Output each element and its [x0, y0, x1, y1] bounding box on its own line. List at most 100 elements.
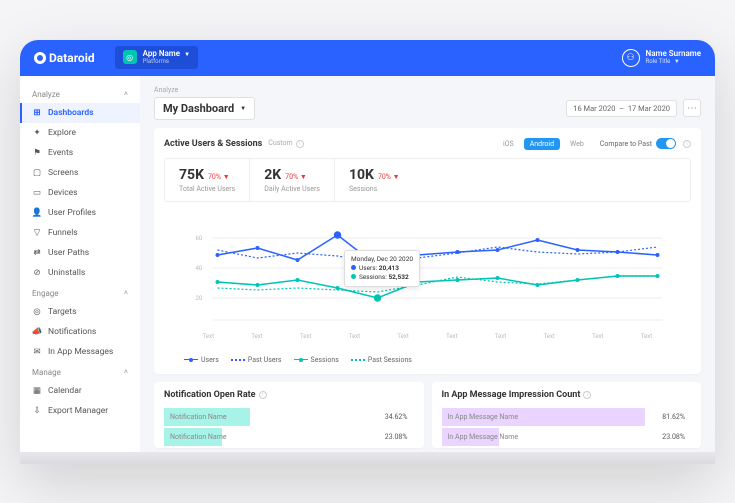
sidebar-item-user-paths[interactable]: ⇄User Paths: [20, 243, 140, 263]
kpi-value: 10K: [349, 167, 374, 183]
caret-down-icon: ▼: [240, 105, 246, 112]
chart-area: 60 40 20: [164, 210, 691, 350]
sidebar-item-label: Calendar: [48, 386, 82, 396]
bar-label: Notification Name: [170, 413, 227, 421]
active-users-card: Active Users & Sessions Customi iOSAndro…: [154, 128, 701, 374]
sidebar-item-explore[interactable]: ✦ Explore: [20, 123, 140, 143]
sidebar-item-label: Devices: [48, 188, 78, 198]
kpi-value: 2K: [264, 167, 281, 183]
y-tick: 40: [196, 265, 203, 272]
x-axis-label: Text: [349, 333, 360, 340]
screens-icon: ▢: [32, 168, 42, 178]
card-title: Active Users & Sessions: [164, 139, 262, 149]
inapp-impression-card: In App Message Impression Counti In App …: [432, 382, 702, 448]
x-axis-label: Text: [300, 333, 311, 340]
card-subtitle: Custom: [268, 139, 292, 147]
sidebar-group-analyze[interactable]: Analyze˄: [20, 84, 140, 103]
dashboard-selector[interactable]: My Dashboard ▼: [154, 97, 255, 120]
date-range-picker[interactable]: 16 Mar 2020 – 17 Mar 2020: [566, 100, 677, 117]
dashboards-icon: ⊞: [32, 108, 42, 118]
app-selector[interactable]: ◎ App Name ▼ Platforms: [115, 46, 198, 69]
targets-icon: ◎: [32, 307, 42, 317]
notifications-icon: 📣: [32, 327, 42, 337]
sidebar-item-label: Uninstalls: [48, 268, 85, 278]
app-selector-icon: ◎: [123, 50, 137, 64]
kpi-label: Sessions: [349, 185, 400, 193]
devices-icon: ▭: [32, 188, 42, 198]
ellipsis-icon: ⋯: [687, 103, 697, 114]
sidebar-item-events[interactable]: ⚑Events: [20, 143, 140, 163]
bar-row[interactable]: Notification Name34.62%: [164, 408, 414, 426]
legend-past-sessions[interactable]: Past Sessions: [351, 356, 412, 364]
platform-tab-ios[interactable]: iOS: [497, 138, 520, 150]
dot-icon: [351, 274, 356, 279]
info-icon[interactable]: i: [296, 140, 304, 148]
kpi-delta: 70% ▼: [285, 173, 307, 181]
x-axis-label: Text: [543, 333, 554, 340]
info-icon[interactable]: i: [683, 140, 691, 148]
main-content: Analyze My Dashboard ▼ 16 Mar 2020 – 17 …: [140, 76, 715, 464]
sidebar-item-devices[interactable]: ▭ Devices: [20, 183, 140, 203]
notification-rate-card: Notification Open Ratei Notification Nam…: [154, 382, 424, 448]
card-title: Notification Open Rate: [164, 390, 256, 400]
caret-down-icon: ▼: [184, 51, 190, 58]
info-icon[interactable]: i: [583, 391, 591, 399]
sidebar-item-label: Explore: [48, 128, 76, 138]
platform-tab-web[interactable]: Web: [564, 138, 590, 150]
sidebar-item-label: Notifications: [48, 327, 96, 337]
sidebar-item-dashboards[interactable]: ⊞ Dashboards: [20, 103, 140, 123]
bar-value: 23.08%: [662, 433, 685, 441]
sidebar-group-manage[interactable]: Manage˄: [20, 362, 140, 381]
sidebar-item-funnels[interactable]: ▽Funnels: [20, 223, 140, 243]
sidebar-item-calendar[interactable]: ▦ Calendar: [20, 381, 140, 401]
sidebar-group-engage[interactable]: Engage˄: [20, 283, 140, 302]
sidebar-item-label: Targets: [48, 307, 76, 317]
bar-label: In App Message Name: [448, 413, 519, 421]
sidebar-item-label: Export Manager: [48, 406, 108, 416]
compare-label: Compare to Past: [600, 140, 652, 148]
sidebar-item-in-app-messages[interactable]: ✉In App Messages: [20, 342, 140, 362]
chevron-up-icon: ˄: [124, 90, 128, 98]
data-points: [216, 232, 660, 301]
explore-icon: ✦: [32, 128, 42, 138]
sidebar-item-label: Dashboards: [48, 108, 94, 118]
more-menu-button[interactable]: ⋯: [683, 99, 701, 117]
info-icon[interactable]: i: [259, 391, 267, 399]
top-bar: Dataroid ◎ App Name ▼ Platforms ⚇ Name S…: [20, 40, 715, 76]
kpi-label: Total Active Users: [179, 185, 235, 193]
user-role: Role Title: [646, 58, 671, 65]
user-paths-icon: ⇄: [32, 248, 42, 258]
x-axis-label: Text: [495, 333, 506, 340]
brand-logo: Dataroid: [34, 51, 95, 65]
dashboard-title: My Dashboard: [163, 102, 234, 115]
chart-tooltip: Monday, Dec 20 2020 Users: 20,413 Sessio…: [344, 250, 420, 287]
kpi-label: Daily Active Users: [264, 185, 320, 193]
app-name: App Name: [143, 49, 180, 58]
legend-past-users[interactable]: Past Users: [231, 356, 282, 364]
breadcrumb: Analyze: [154, 86, 701, 94]
export-manager-icon: ⇩: [32, 406, 42, 416]
sidebar-item-notifications[interactable]: 📣 Notifications: [20, 322, 140, 342]
sidebar-item-export-manager[interactable]: ⇩ Export Manager: [20, 401, 140, 421]
sidebar-item-targets[interactable]: ◎ Targets: [20, 302, 140, 322]
sidebar: Analyze˄ ⊞ Dashboards ✦ Explore ⚑Events▢Scree…: [20, 76, 140, 464]
legend-sessions[interactable]: Sessions: [294, 356, 339, 364]
x-axis-label: Text: [592, 333, 603, 340]
bar-row[interactable]: Notification Name23.08%: [164, 428, 414, 446]
logo-icon: [34, 52, 46, 64]
platform-tab-android[interactable]: Android: [524, 138, 560, 150]
sidebar-item-uninstalls[interactable]: ⊘Uninstalls: [20, 263, 140, 283]
calendar-icon: ▦: [32, 386, 42, 396]
sidebar-item-user-profiles[interactable]: 👤User Profiles: [20, 203, 140, 223]
user-menu[interactable]: ⚇ Name Surname Role Title ▼: [622, 49, 701, 67]
bar-row[interactable]: In App Message Name23.08%: [442, 428, 692, 446]
sidebar-item-label: Events: [48, 148, 73, 158]
legend-users[interactable]: Users: [184, 356, 219, 364]
compare-toggle[interactable]: [656, 138, 676, 149]
user-profiles-icon: 👤: [32, 208, 42, 218]
card-title: In App Message Impression Count: [442, 390, 581, 400]
bar-row[interactable]: In App Message Name81.62%: [442, 408, 692, 426]
tooltip-users: 20,413: [379, 264, 399, 272]
bar-value: 23.08%: [385, 433, 408, 441]
sidebar-item-screens[interactable]: ▢Screens: [20, 163, 140, 183]
